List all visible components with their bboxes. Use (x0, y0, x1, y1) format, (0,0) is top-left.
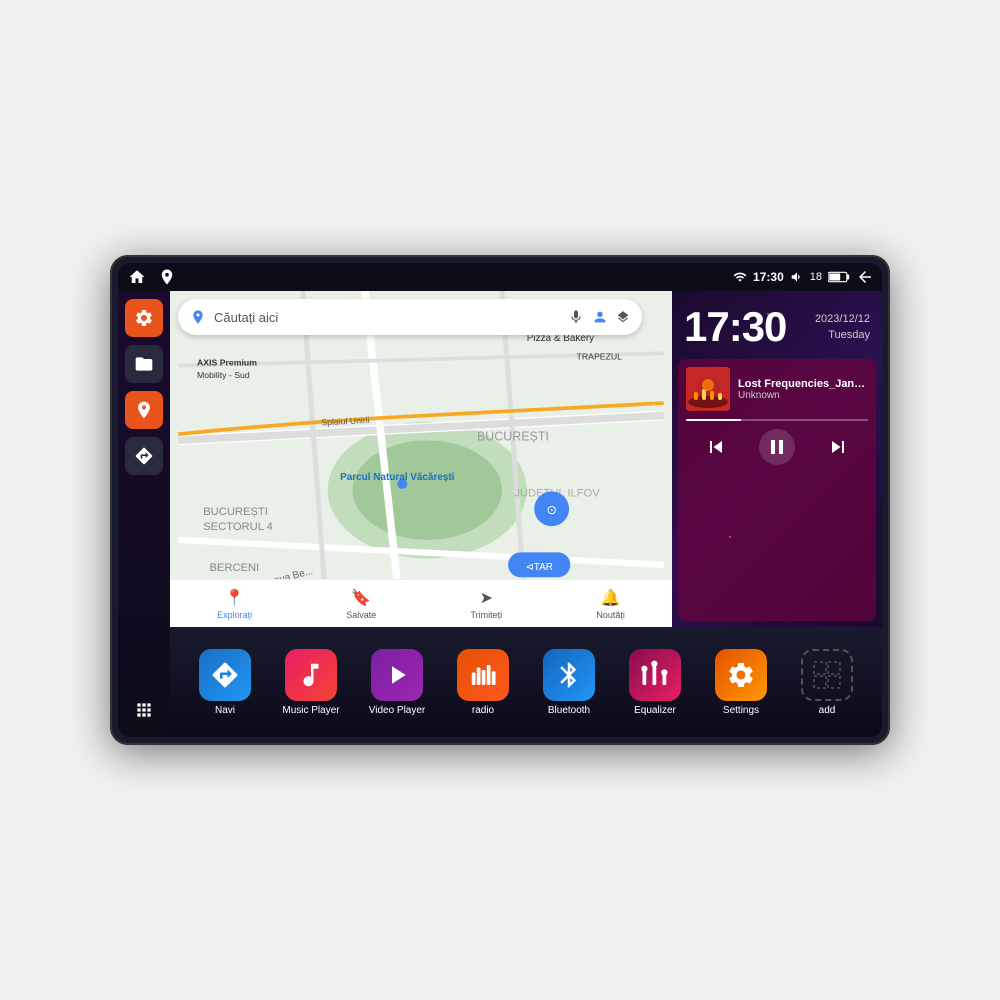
center-area: Căutați aici (170, 291, 882, 737)
home-icon[interactable] (126, 266, 148, 288)
svg-text:Mobility - Sud: Mobility - Sud (197, 370, 250, 380)
status-left-icons (126, 266, 178, 288)
add-icon (801, 649, 853, 701)
video-label: Video Player (369, 705, 426, 716)
progress-fill (686, 419, 741, 421)
svg-text:BERCENI: BERCENI (209, 562, 259, 574)
svg-text:AXIS Premium: AXIS Premium (197, 358, 257, 368)
bluetooth-label: Bluetooth (548, 705, 590, 716)
map-panel[interactable]: Căutați aici (170, 291, 672, 627)
right-panel: 17:30 2023/12/12 Tuesday (672, 291, 882, 627)
sidebar-navi-btn[interactable] (125, 437, 163, 475)
car-head-unit: 17:30 18 (110, 255, 890, 745)
equalizer-label: Equalizer (634, 705, 676, 716)
sidebar-folder-btn[interactable] (125, 345, 163, 383)
clock-time: 17:30 (684, 303, 786, 351)
navi-label: Navi (215, 705, 235, 716)
map-nav-send[interactable]: ➤ Trimiteți (471, 588, 503, 620)
app-navi[interactable]: Navi (195, 649, 255, 716)
clock-section: 17:30 2023/12/12 Tuesday (672, 291, 882, 359)
status-right-icons: 17:30 18 (733, 268, 874, 286)
music-artist: Unknown (738, 390, 868, 401)
progress-bar[interactable] (686, 419, 868, 421)
maps-icon[interactable] (156, 266, 178, 288)
add-label: add (819, 705, 836, 716)
status-time: 17:30 (753, 270, 784, 284)
music-text: Lost Frequencies_Janie... Unknown (738, 378, 868, 401)
search-placeholder: Căutați aici (214, 310, 560, 325)
svg-text:⊙: ⊙ (546, 503, 556, 517)
map-search-bar[interactable]: Căutați aici (178, 299, 642, 335)
video-icon (371, 649, 423, 701)
prev-button[interactable] (698, 429, 734, 465)
pause-button[interactable] (759, 429, 795, 465)
volume-icon (790, 270, 804, 284)
equalizer-icon (629, 649, 681, 701)
main-content: Căutați aici (118, 291, 882, 737)
sidebar-map-btn[interactable] (125, 391, 163, 429)
signal-strength: 18 (810, 271, 822, 283)
sidebar-grid-btn[interactable] (125, 691, 163, 729)
app-add[interactable]: add (797, 649, 857, 716)
account-icon[interactable] (592, 309, 608, 325)
svg-text:⊲TAR: ⊲TAR (525, 562, 552, 573)
music-icon (285, 649, 337, 701)
app-bluetooth[interactable]: Bluetooth (539, 649, 599, 716)
radio-label: radio (472, 705, 494, 716)
wifi-icon (733, 270, 747, 284)
app-settings[interactable]: Settings (711, 649, 771, 716)
svg-text:TRAPEZUL: TRAPEZUL (577, 351, 623, 361)
battery-icon (828, 271, 850, 283)
device-screen: 17:30 18 (118, 263, 882, 737)
music-title: Lost Frequencies_Janie... (738, 378, 868, 390)
music-section: Lost Frequencies_Janie... Unknown (678, 359, 876, 621)
svg-text:BUCUREȘTI: BUCUREȘTI (203, 506, 268, 518)
mic-icon[interactable] (568, 309, 584, 325)
sidebar (118, 291, 170, 737)
map-nav-explore[interactable]: 📍 Explorați (217, 588, 252, 620)
app-radio[interactable]: radio (453, 649, 513, 716)
clock-date: 2023/12/12 Tuesday (815, 311, 870, 344)
map-nav-saved[interactable]: 🔖 Salvate (346, 588, 376, 620)
app-video[interactable]: Video Player (367, 649, 427, 716)
top-panels: Căutați aici (170, 291, 882, 627)
app-equalizer[interactable]: Equalizer (625, 649, 685, 716)
music-info: Lost Frequencies_Janie... Unknown (686, 367, 868, 411)
svg-text:Parcul Natural Văcărești: Parcul Natural Văcărești (340, 472, 455, 483)
back-icon[interactable] (856, 268, 874, 286)
settings-label: Settings (723, 705, 759, 716)
next-button[interactable] (820, 429, 856, 465)
svg-text:BUCUREȘTI: BUCUREȘTI (477, 429, 549, 443)
clock-date-value: 2023/12/12 (815, 311, 870, 328)
app-grid: Navi Music Player Video Player (170, 627, 882, 737)
bluetooth-icon (543, 649, 595, 701)
status-bar: 17:30 18 (118, 263, 882, 291)
map-nav-news[interactable]: 🔔 Noutăți (596, 588, 625, 620)
map-bottom-bar: 📍 Explorați 🔖 Salvate ➤ Trimiteți (170, 579, 672, 627)
google-maps-pin-icon (190, 309, 206, 325)
navi-icon (199, 649, 251, 701)
radio-icon (457, 649, 509, 701)
music-label: Music Player (282, 705, 339, 716)
map-visualization: Șoseaua Be... AXIS Premium Mobility - Su… (170, 291, 672, 627)
svg-text:SECTORUL 4: SECTORUL 4 (203, 521, 273, 533)
layers-icon[interactable] (616, 310, 630, 324)
sidebar-settings-btn[interactable] (125, 299, 163, 337)
clock-day: Tuesday (815, 327, 870, 344)
album-art (686, 367, 730, 411)
music-controls (686, 429, 868, 465)
app-music[interactable]: Music Player (281, 649, 341, 716)
settings-icon (715, 649, 767, 701)
